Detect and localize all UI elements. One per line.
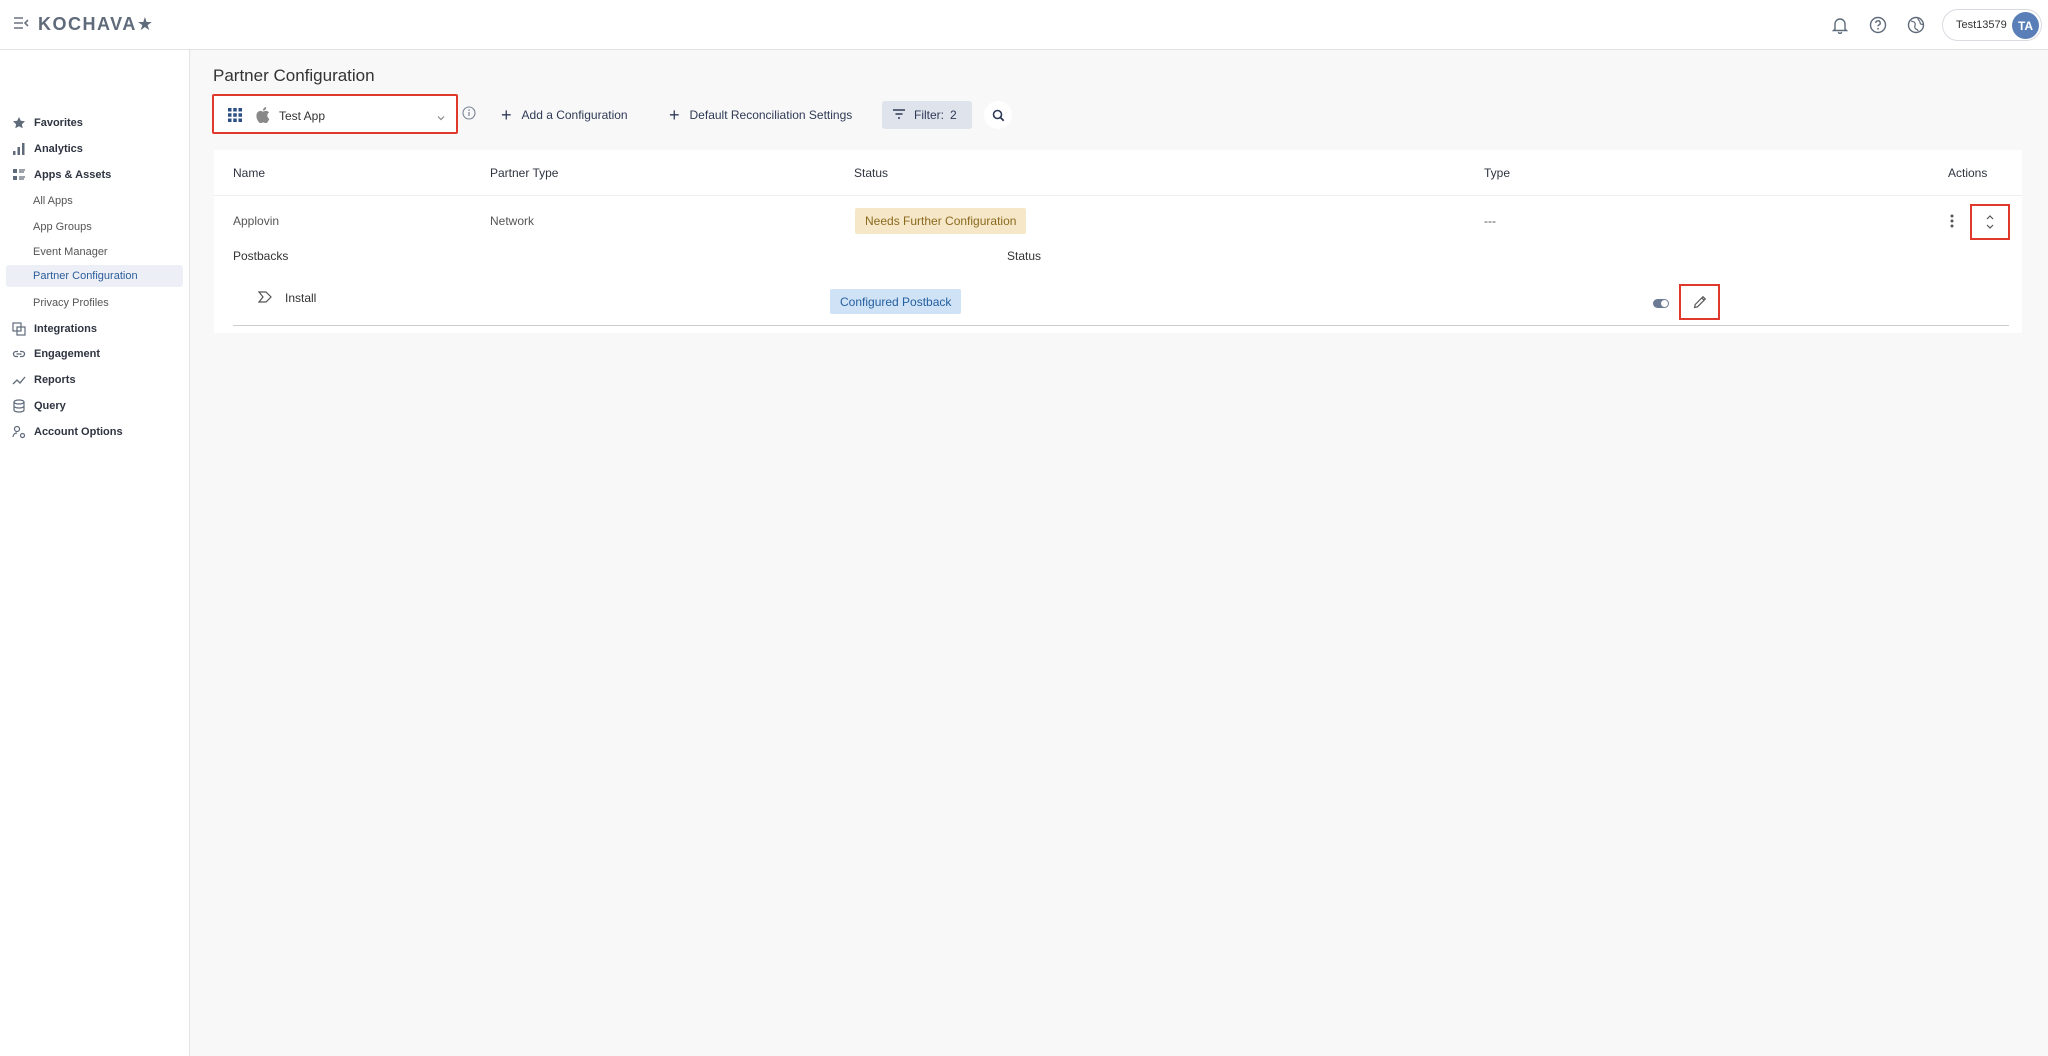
more-options-icon[interactable] [1945,212,1959,230]
collapse-menu-icon[interactable] [12,14,32,34]
page-title: Partner Configuration [213,66,375,85]
sidebar-item-favorites[interactable]: Favorites [0,112,190,134]
row-partner-type: Network [490,214,535,228]
sidebar-item-query[interactable]: Query [0,395,190,417]
filter-button[interactable]: Filter: 2 [882,101,972,129]
postback-status-badge: Configured Postback [830,289,962,314]
postbacks-status-header: Status [1007,249,1042,263]
column-header-type[interactable]: Type [1484,166,1510,180]
account-gear-icon [11,424,27,440]
row-divider [233,325,2009,326]
database-icon [11,398,27,414]
filter-icon [892,108,906,123]
header-divider [214,195,2022,196]
sidebar-item-app-groups[interactable]: App Groups [6,216,183,238]
star-icon [11,115,27,131]
chevron-down-icon [436,110,446,128]
search-icon [992,109,1004,121]
add-configuration-button[interactable]: + Add a Configuration [501,104,628,126]
sidebar-item-apps-assets[interactable]: Apps & Assets [0,164,190,186]
app-grid-icon[interactable] [228,108,242,127]
bell-icon[interactable] [1828,13,1852,37]
link-icon [11,346,27,362]
sidebar: Favorites Analytics Apps & Assets All Ap… [0,50,190,1056]
app-select-dropdown[interactable]: Test App [212,94,458,134]
status-badge: Needs Further Configuration [855,208,1027,234]
integrations-icon [11,321,27,337]
sidebar-item-analytics[interactable]: Analytics [0,138,190,160]
column-header-partner-type[interactable]: Partner Type [490,166,558,180]
sidebar-item-reports[interactable]: Reports [0,369,190,391]
column-header-name[interactable]: Name [233,166,265,180]
help-icon[interactable] [1866,13,1890,37]
postback-toggle[interactable] [1653,299,1669,308]
sidebar-item-partner-configuration[interactable]: Partner Configuration [6,265,183,287]
sidebar-item-event-manager[interactable]: Event Manager [6,241,183,263]
column-header-actions: Actions [1948,166,1988,180]
expand-collapse-icon [1986,215,1994,229]
sidebar-item-all-apps[interactable]: All Apps [6,190,183,212]
apps-list-icon [11,167,27,183]
column-header-status[interactable]: Status [854,166,888,180]
kochava-logo[interactable]: KOCHAVA★ [38,14,154,35]
sidebar-item-integrations[interactable]: Integrations [0,318,190,340]
default-reconciliation-button[interactable]: + Default Reconciliation Settings [669,104,852,126]
sidebar-item-account-options[interactable]: Account Options [0,421,190,443]
globe-icon[interactable] [1904,13,1928,37]
sidebar-item-engagement[interactable]: Engagement [0,343,190,365]
postback-name: Install [285,291,317,305]
partner-table [214,150,2022,333]
avatar: TA [2012,12,2039,39]
expand-collapse-button[interactable] [1970,204,2010,240]
top-bar: KOCHAVA★ Test13579 TA [0,0,2048,50]
user-name: Test13579 [1956,19,2007,31]
pencil-icon [1693,295,1706,309]
row-type: --- [1484,214,1496,228]
plus-icon: + [501,105,512,125]
search-button[interactable] [984,101,1012,129]
sidebar-item-privacy-profiles[interactable]: Privacy Profiles [6,292,183,314]
trend-icon [11,372,27,388]
info-icon[interactable] [462,106,476,125]
postback-event-icon [257,290,272,309]
bar-chart-icon [11,141,27,157]
apple-icon [256,107,270,128]
filter-count: 2 [950,108,957,122]
row-name: Applovin [233,214,280,228]
edit-postback-button[interactable] [1679,284,1720,320]
postbacks-label: Postbacks [233,249,289,263]
plus-icon: + [669,105,680,125]
app-select-value: Test App [279,109,326,123]
user-menu[interactable]: Test13579 TA [1942,9,2042,41]
